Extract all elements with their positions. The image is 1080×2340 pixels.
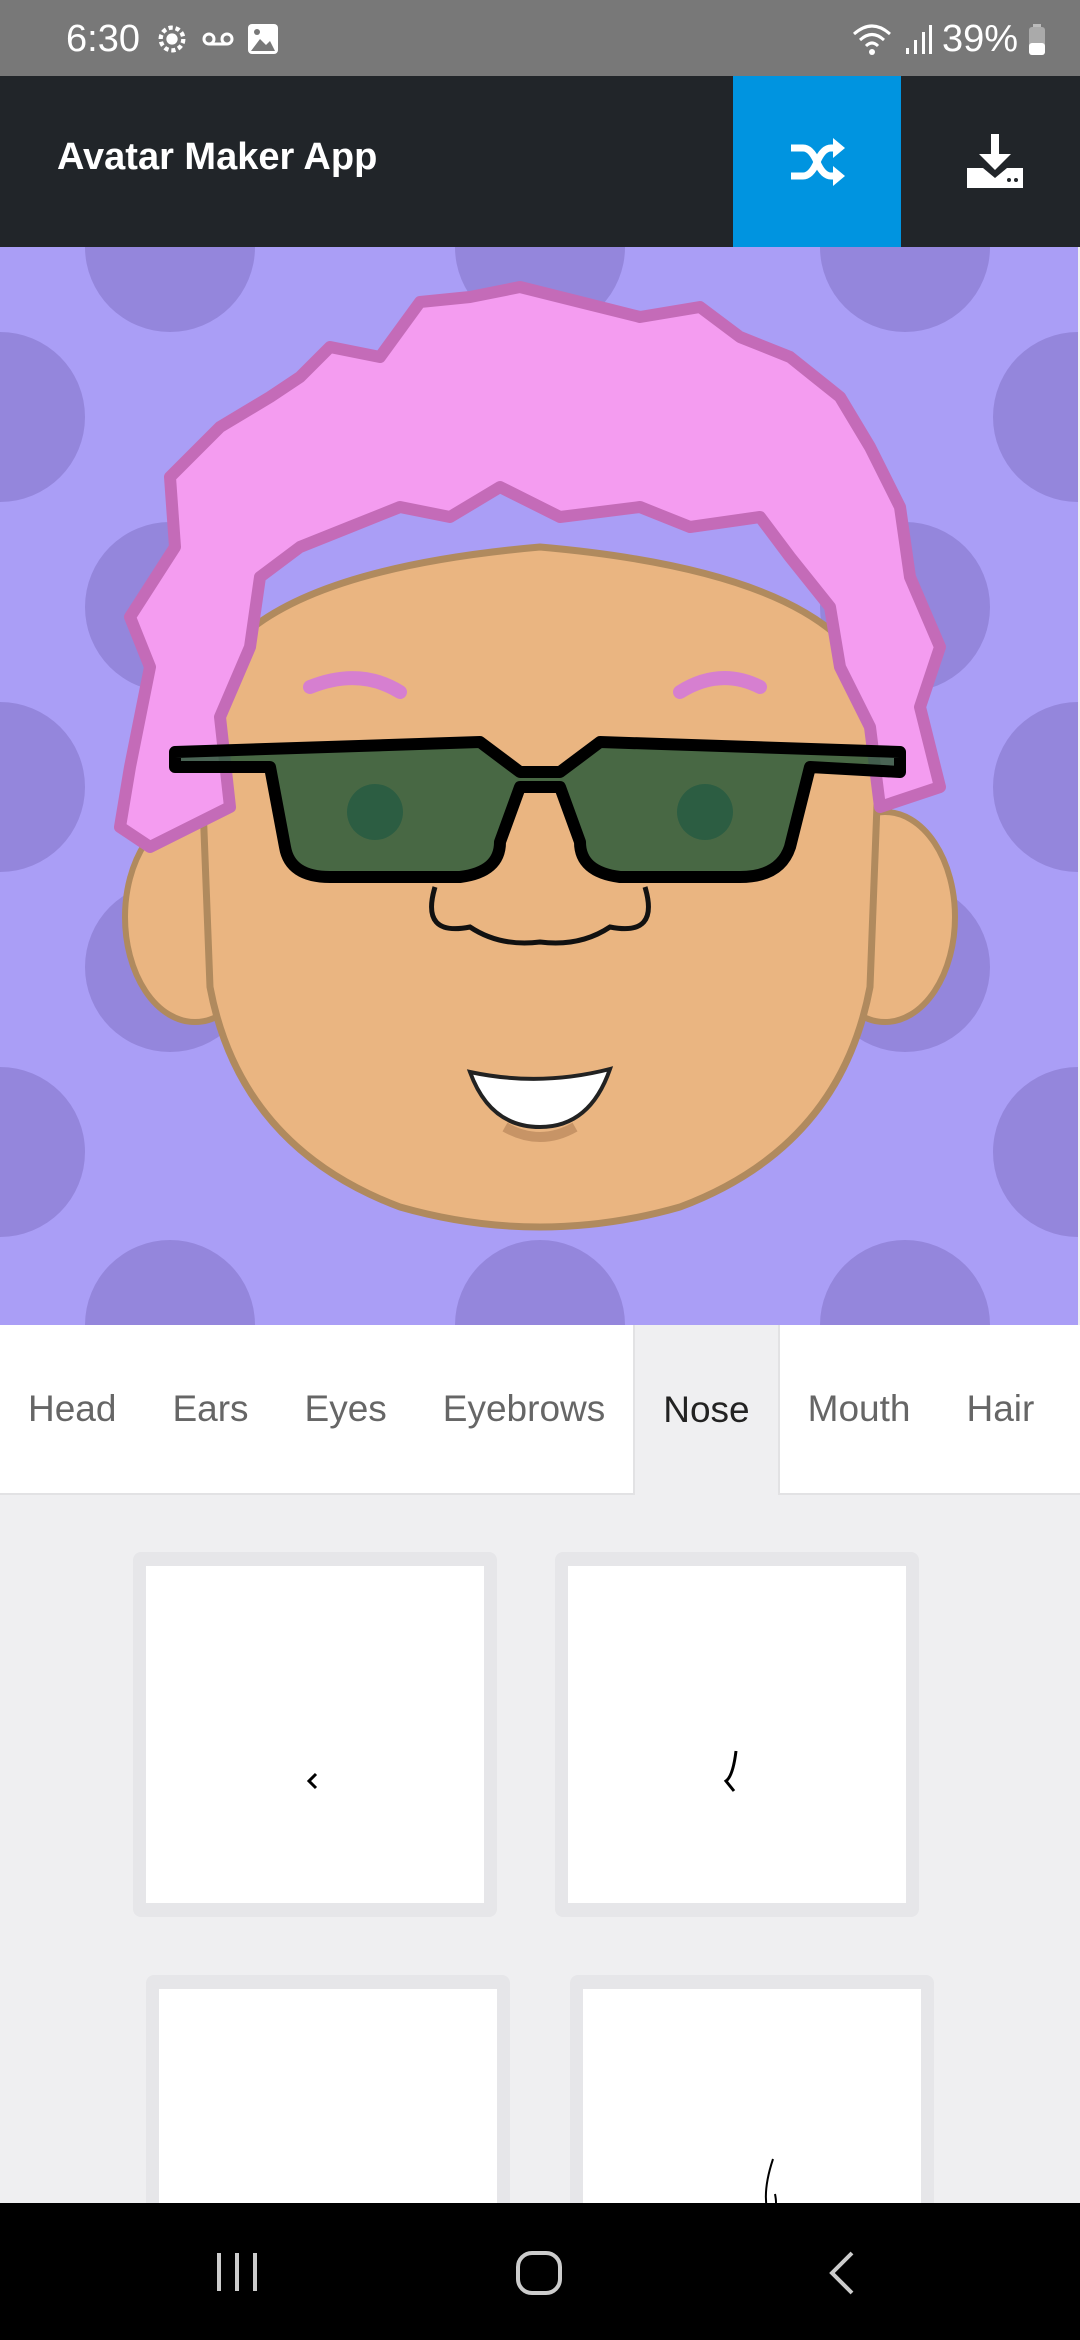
tab-hair[interactable]: Hair (938, 1325, 1062, 1493)
status-bar: 6:30 39% (0, 0, 1080, 76)
tab-eyebrows[interactable]: Eyebrows (415, 1325, 633, 1493)
tab-nose[interactable]: Nose (633, 1325, 780, 1495)
battery-icon (1029, 23, 1045, 55)
back-icon[interactable] (826, 2251, 856, 2295)
wifi-icon (852, 24, 891, 55)
signal-icon (905, 24, 932, 54)
avatar-preview (0, 247, 1078, 1325)
app-header: Avatar Maker App (0, 76, 1080, 247)
battery-percent: 39% (941, 18, 1018, 60)
tab-ears[interactable]: Ears (144, 1325, 276, 1493)
category-tabs: Head Ears Eyes Eyebrows Nose Mouth Hair (0, 1325, 1080, 1495)
nose-option-1[interactable] (133, 1552, 497, 1917)
image-icon (248, 24, 278, 54)
nose-option-2[interactable] (555, 1552, 919, 1917)
settings-gear-icon (158, 25, 186, 53)
shuffle-icon (791, 137, 845, 186)
randomize-button[interactable] (733, 76, 901, 247)
clock: 6:30 (66, 18, 140, 60)
voicemail-icon (202, 32, 234, 46)
download-button[interactable] (940, 76, 1050, 247)
avatar-image (0, 247, 1078, 1325)
system-nav-bar (0, 2203, 1080, 2340)
download-icon (967, 133, 1023, 188)
recents-icon[interactable] (215, 2251, 259, 2293)
tab-eyes[interactable]: Eyes (277, 1325, 415, 1493)
tab-mouth[interactable]: Mouth (780, 1325, 939, 1493)
home-icon[interactable] (515, 2250, 563, 2296)
tab-head[interactable]: Head (0, 1325, 144, 1493)
app-title: Avatar Maker App (57, 136, 378, 178)
